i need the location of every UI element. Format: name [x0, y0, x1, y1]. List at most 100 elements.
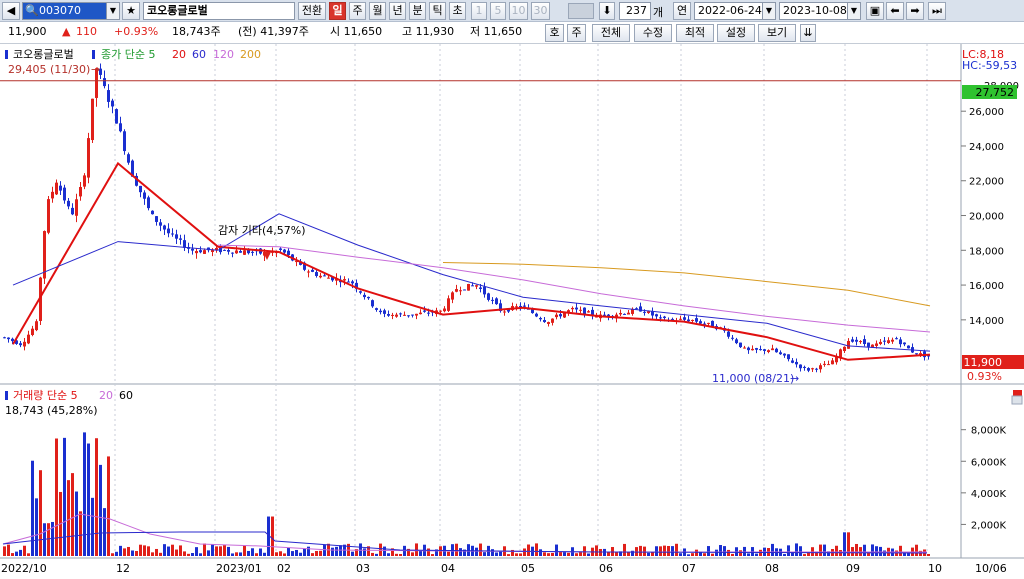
volume-bar: [543, 552, 546, 556]
candle-body: [235, 250, 238, 254]
candle-body: [827, 364, 830, 366]
volume-bar: [123, 548, 126, 556]
info-button[interactable]: 호: [545, 24, 564, 42]
volume-bar: [39, 470, 42, 556]
volume-bar: [155, 548, 158, 556]
interval-button[interactable]: 1: [471, 2, 487, 20]
info-button[interactable]: 설정: [717, 24, 755, 42]
volume-bar: [647, 552, 650, 556]
volume-bar: [163, 544, 166, 556]
volume-bar: [287, 547, 290, 556]
interval-button[interactable]: 30: [531, 2, 550, 20]
chart-area[interactable]: 코오롱글로벌 종가 단순 5 20 60 120 200 29,405 (11/…: [0, 44, 1024, 576]
candle-body: [743, 347, 746, 349]
interval-button[interactable]: 10: [509, 2, 528, 20]
legend-ma-swatch: [92, 50, 95, 59]
candle-body: [775, 348, 778, 353]
save-icon[interactable]: ▣: [866, 2, 884, 20]
candle-body: [559, 314, 562, 317]
info-button[interactable]: 수정: [634, 24, 672, 42]
volume-bar: [479, 543, 482, 556]
period-button[interactable]: 년: [389, 2, 406, 20]
candle-body: [859, 341, 862, 343]
candle-body: [623, 313, 626, 315]
volume-bar: [431, 554, 434, 556]
volume-bar: [783, 554, 786, 556]
volume-bar: [151, 552, 154, 556]
period-button[interactable]: 틱: [429, 2, 446, 20]
candle-body: [543, 319, 546, 323]
volume-bar: [551, 552, 554, 556]
y-tick-label: 20,000: [969, 212, 1004, 223]
convert-button[interactable]: 전환: [298, 2, 326, 20]
candle-body: [491, 299, 494, 301]
candle-body: [315, 272, 318, 276]
candle-body: [251, 251, 254, 253]
date-to-dropdown[interactable]: ▼: [847, 2, 861, 20]
change-up-icon: ▲: [62, 25, 71, 38]
candle-body: [119, 123, 122, 132]
candle-body: [375, 308, 378, 310]
count-input[interactable]: 237: [619, 2, 651, 20]
period-button[interactable]: 일: [329, 2, 346, 20]
prev-stock-button[interactable]: ◀: [2, 2, 20, 20]
candle-body: [807, 368, 810, 371]
open-price: 시 11,650: [330, 25, 383, 38]
scroll-left-icon[interactable]: ⬅: [886, 2, 904, 20]
volume-bar: [211, 544, 214, 556]
stock-name-field: 코오롱글로벌: [143, 2, 295, 20]
info-button[interactable]: 전체: [592, 24, 630, 42]
link-button[interactable]: 연: [673, 2, 691, 20]
favorite-star-icon[interactable]: ★: [122, 2, 140, 20]
info-button[interactable]: 최적: [676, 24, 714, 42]
volume-bar: [719, 545, 722, 556]
period-button[interactable]: 분: [409, 2, 426, 20]
info-button[interactable]: 주: [567, 24, 586, 42]
arrow-down-icon[interactable]: ⬇: [599, 2, 615, 20]
candle-body: [671, 318, 674, 320]
volume-bar: [255, 553, 258, 556]
volume-bar: [131, 550, 134, 556]
candle-body: [403, 314, 406, 316]
volume-bar: [799, 546, 802, 556]
color-swatch[interactable]: [568, 3, 594, 19]
candle-body: [7, 337, 10, 340]
volume-bar: [567, 552, 570, 556]
candle-body: [63, 187, 66, 201]
volume-bar: [283, 553, 286, 556]
info-button[interactable]: 보기: [758, 24, 796, 42]
candle-body: [107, 90, 110, 102]
volume-bar: [103, 508, 106, 556]
volume-bar: [335, 546, 338, 556]
code-dropdown-button[interactable]: ▼: [106, 2, 120, 20]
period-button[interactable]: 초: [449, 2, 466, 20]
volume-legend-20: 20: [99, 389, 113, 402]
interval-button[interactable]: 5: [490, 2, 506, 20]
collapse-icon[interactable]: ⇊: [800, 24, 816, 42]
candle-body: [351, 281, 354, 284]
x-tick-label: 04: [441, 562, 455, 575]
volume-tick-label: 4,000K: [971, 489, 1007, 500]
volume-bar: [215, 546, 218, 556]
candle-body: [55, 182, 58, 195]
scroll-down-icon[interactable]: [1011, 395, 1023, 405]
volume-bar: [299, 552, 302, 556]
volume-bar: [607, 551, 610, 556]
period-button[interactable]: 월: [369, 2, 386, 20]
volume-bar: [111, 553, 114, 556]
volume-bar: [19, 549, 22, 556]
candle-body: [639, 306, 642, 312]
scroll-right-icon[interactable]: ➡: [906, 2, 924, 20]
candle-body: [47, 199, 50, 233]
volume-bar: [679, 553, 682, 556]
scroll-end-icon[interactable]: ⏭: [928, 2, 946, 20]
volume-bar: [187, 553, 190, 556]
volume-bar: [547, 553, 550, 556]
period-button[interactable]: 주: [349, 2, 366, 20]
volume-bar: [315, 551, 318, 556]
stock-chart[interactable]: 코오롱글로벌 종가 단순 5 20 60 120 200 29,405 (11/…: [0, 44, 1024, 576]
y-tick-label: 14,000: [969, 316, 1004, 327]
date-from-dropdown[interactable]: ▼: [762, 2, 776, 20]
candle-body: [915, 353, 918, 355]
candle-body: [783, 353, 786, 356]
